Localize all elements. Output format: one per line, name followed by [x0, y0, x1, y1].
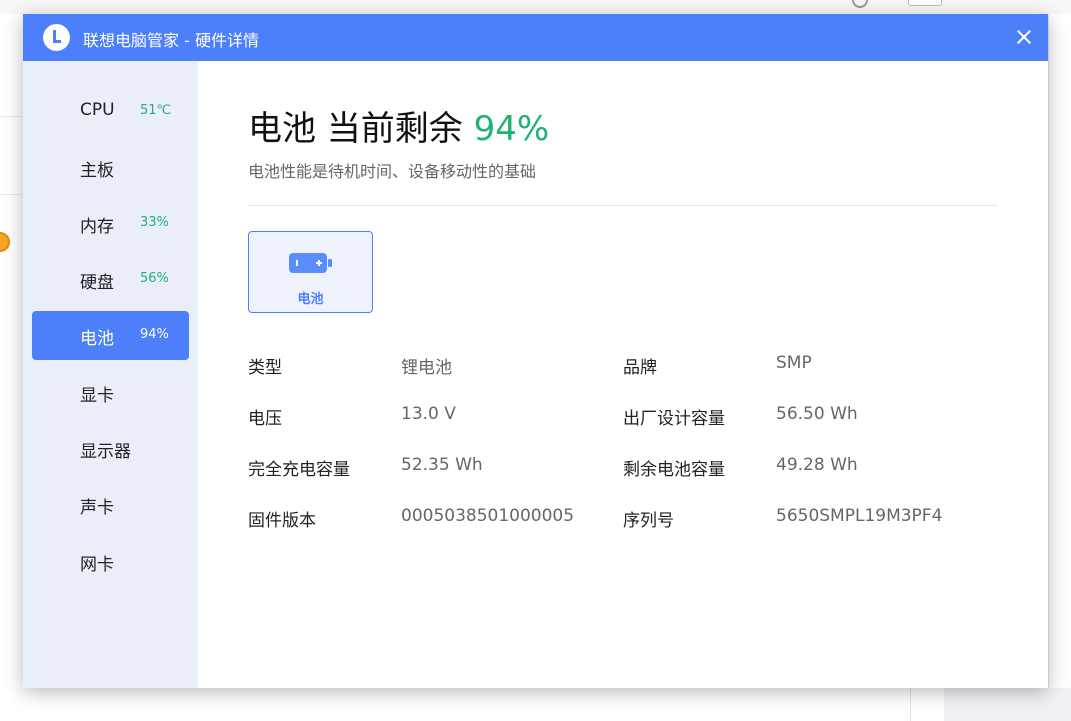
hardware-details-dialog: 联想电脑管家 - 硬件详情 CPU 51℃ 主板 内存 33% 硬盘 56% 电…: [23, 14, 1048, 688]
sidebar-item-battery[interactable]: 电池 94%: [32, 311, 189, 360]
spec-value-remaining-capacity: 49.28 Wh: [776, 455, 858, 475]
battery-device-tile[interactable]: 电池: [248, 231, 373, 313]
coin-icon: [0, 232, 10, 252]
sidebar-item-motherboard[interactable]: 主板: [32, 143, 189, 192]
spec-label-type: 类型: [248, 358, 282, 378]
background-left-panel: [0, 14, 22, 721]
sidebar-item-label: 显示器: [80, 442, 131, 462]
spec-value-design-capacity: 56.50 Wh: [776, 404, 858, 424]
sidebar-item-value: 56%: [140, 271, 169, 286]
spec-label-remaining-capacity: 剩余电池容量: [623, 460, 725, 480]
divider: [910, 688, 911, 721]
sidebar-item-label: 硬盘: [80, 273, 114, 293]
battery-percent: 94%: [473, 109, 550, 149]
battery-icon: [289, 253, 332, 273]
background-control: [908, 0, 942, 6]
battery-details: 电池 当前剩余 94% 电池性能是待机时间、设备移动性的基础 电池 类型 锂电池…: [198, 61, 1048, 688]
sidebar-item-display[interactable]: 显示器: [32, 424, 189, 473]
sidebar-item-value: 94%: [140, 327, 169, 342]
divider: [0, 194, 22, 195]
sidebar-item-memory[interactable]: 内存 33%: [32, 199, 189, 248]
page-title: 电池 当前剩余 94%: [248, 101, 549, 150]
page-title-text: 电池 当前剩余: [248, 109, 474, 149]
spec-label-full-charge-capacity: 完全充电容量: [248, 460, 350, 480]
sidebar-item-disk[interactable]: 硬盘 56%: [32, 255, 189, 304]
sidebar-item-label: 电池: [80, 329, 114, 349]
sidebar-item-label: 显卡: [80, 386, 114, 406]
hardware-sidebar: CPU 51℃ 主板 内存 33% 硬盘 56% 电池 94% 显卡 显示器 声…: [23, 61, 198, 688]
spec-label-serial: 序列号: [623, 511, 674, 531]
sidebar-item-value: 33%: [140, 215, 169, 230]
sidebar-item-gpu[interactable]: 显卡: [32, 368, 189, 417]
sidebar-item-label: CPU: [80, 100, 115, 120]
spec-value-full-charge-capacity: 52.35 Wh: [401, 455, 483, 475]
divider: [248, 205, 998, 206]
sidebar-item-label: 网卡: [80, 555, 114, 575]
spec-value-voltage: 13.0 V: [401, 404, 456, 424]
spec-label-voltage: 电压: [248, 409, 282, 429]
background-panel: [944, 688, 1071, 721]
spec-value-brand: SMP: [776, 353, 812, 373]
title-bar: 联想电脑管家 - 硬件详情: [23, 14, 1048, 61]
sidebar-item-label: 内存: [80, 217, 114, 237]
spec-value-firmware: 0005038501000005: [401, 506, 575, 526]
spec-value-type: 锂电池: [401, 358, 452, 378]
background-right-panel: [1048, 14, 1071, 721]
sidebar-item-cpu[interactable]: CPU 51℃: [32, 87, 189, 136]
spec-value-serial: 5650SMPL19M3PF4: [776, 506, 943, 526]
sidebar-item-label: 主板: [80, 161, 114, 181]
spec-label-design-capacity: 出厂设计容量: [623, 409, 725, 429]
divider: [1048, 14, 1049, 721]
spec-label-brand: 品牌: [623, 358, 657, 378]
device-tile-label: 电池: [297, 292, 324, 307]
lenovo-logo-icon: [43, 24, 70, 51]
search-icon: [852, 0, 868, 8]
sidebar-item-value: 51℃: [140, 103, 172, 118]
spec-label-firmware: 固件版本: [248, 511, 316, 531]
sidebar-item-network-card[interactable]: 网卡: [32, 537, 189, 586]
page-subtitle: 电池性能是待机时间、设备移动性的基础: [248, 162, 537, 181]
background-toolbar: [0, 0, 1071, 14]
background-bottom: [0, 688, 1071, 721]
close-icon[interactable]: [1010, 23, 1038, 51]
dialog-title: 联想电脑管家 - 硬件详情: [83, 31, 259, 50]
sidebar-item-label: 声卡: [80, 498, 114, 518]
divider: [0, 116, 22, 117]
sidebar-item-sound-card[interactable]: 声卡: [32, 480, 189, 529]
